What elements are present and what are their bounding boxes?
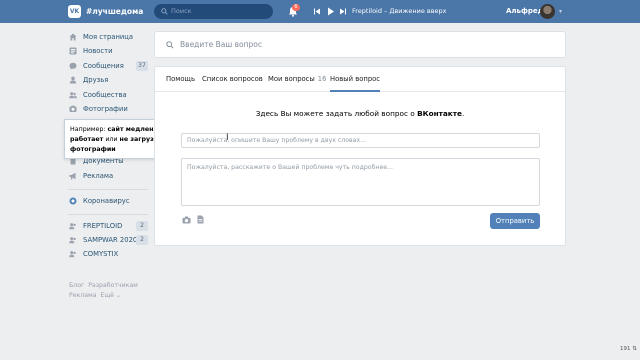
sidebar-item-news[interactable]: Новости — [68, 44, 148, 58]
sidebar-item-label: SAMPWAR 2020 — [83, 236, 138, 244]
search-input[interactable]: Поиск — [154, 4, 273, 19]
sidebar-item-label: Новости — [83, 47, 113, 55]
footer-link-more[interactable]: Ещё ⌄ — [100, 292, 121, 299]
question-title-placeholder: Пожалуйста, опишите Вашу проблему в двух… — [187, 137, 367, 144]
search-icon — [166, 41, 174, 49]
document-icon[interactable] — [197, 215, 204, 224]
prev-track-icon[interactable] — [314, 8, 320, 15]
sidebar-item-label: Реклама — [83, 172, 114, 180]
sidebar-item-label: COMYSTIX — [83, 250, 119, 258]
coronavirus-icon — [69, 197, 77, 205]
now-playing-track[interactable]: Freptiloid – Движение вверх — [352, 6, 447, 17]
count-badge: 2 — [136, 221, 148, 231]
brand-hashtag[interactable]: #лучшедома — [86, 6, 143, 17]
next-track-icon[interactable] — [340, 8, 346, 15]
support-tabs: Помощь Список вопросов Мои вопросы 16 Нов… — [155, 67, 565, 92]
search-placeholder: Поиск — [171, 7, 192, 15]
send-button[interactable]: Отправить — [490, 213, 540, 229]
search-icon — [161, 8, 168, 15]
footer-link-blog[interactable]: Блог — [69, 282, 84, 289]
group-icon — [69, 251, 76, 258]
group-icon — [69, 223, 76, 230]
headline-brand: ВКонтакте — [417, 109, 462, 118]
sidebar-item-messages[interactable]: Сообщения 37 — [68, 59, 148, 73]
sidebar-item-comystix[interactable]: COMYSTIX — [68, 247, 148, 261]
tab-label: Мои вопросы — [268, 75, 315, 83]
sidebar-item-label: Сообщества — [83, 91, 127, 99]
sidebar-item-label: Друзья — [83, 76, 109, 84]
group-icon — [69, 237, 76, 244]
home-icon — [69, 33, 77, 41]
headline-suffix: . — [461, 109, 465, 118]
text-cursor-icon: I — [226, 133, 229, 143]
tab-questions-list[interactable]: Список вопросов — [202, 67, 263, 92]
tab-my-questions[interactable]: Мои вопросы 16 — [268, 67, 326, 92]
sidebar-item-freptiloid[interactable]: FREPTILOID 2 — [68, 219, 148, 233]
question-body-textarea[interactable]: Пожалуйста, расскажите о Вашей проблеме … — [181, 158, 540, 206]
question-search-placeholder: Введите Ваш вопрос — [180, 40, 262, 49]
sidebar-item-label: Коронавирус — [83, 197, 130, 205]
question-body-placeholder: Пожалуйста, расскажите о Вашей проблеме … — [187, 164, 393, 171]
footer-link-ads[interactable]: Реклама — [69, 292, 96, 299]
question-title-input[interactable]: Пожалуйста, опишите Вашу проблему в двух… — [181, 133, 540, 148]
sidebar-item-label: Фотографии — [83, 105, 128, 113]
sidebar-item-groups[interactable]: Сообщества — [68, 88, 148, 102]
question-search-input[interactable]: Введите Ваш вопрос — [154, 31, 566, 58]
groups-icon — [69, 92, 77, 99]
count-badge: 2 — [136, 235, 148, 245]
form-headline: Здесь Вы можете задать любой вопрос о ВК… — [155, 108, 565, 120]
tab-count: 16 — [317, 75, 327, 83]
tooltip-prefix: Например: — [70, 126, 108, 133]
sidebar-item-my-page[interactable]: Моя страница — [68, 30, 148, 44]
vk-logo-icon[interactable]: VK — [68, 5, 81, 18]
megaphone-icon — [69, 172, 76, 180]
sidebar-item-sampwar[interactable]: SAMPWAR 2020 2 — [68, 233, 148, 247]
sidebar-divider — [68, 214, 148, 215]
tab-label: Помощь — [166, 75, 195, 83]
sidebar-item-coronavirus[interactable]: Коронавирус — [68, 194, 148, 208]
tab-help[interactable]: Помощь — [166, 67, 195, 92]
headline-text: Здесь Вы можете задать любой вопрос о — [255, 109, 418, 118]
sidebar-footer-links: Блог Разработчикам Реклама Ещё ⌄ — [69, 281, 149, 301]
corner-counter: 191 ⇅ — [620, 346, 637, 352]
sidebar-item-label: Сообщения — [83, 62, 124, 70]
chevron-down-icon[interactable]: ▾ — [559, 7, 562, 16]
play-icon[interactable] — [328, 7, 334, 16]
support-card: Помощь Список вопросов Мои вопросы 16 Нов… — [154, 66, 566, 246]
sidebar-item-ads[interactable]: Реклама — [68, 169, 148, 183]
footer-link-developers[interactable]: Разработчикам — [88, 282, 138, 289]
tooltip-mid: или — [103, 136, 120, 143]
news-icon — [69, 47, 77, 55]
unread-count-badge: 37 — [136, 61, 148, 71]
sidebar-item-label: FREPTILOID — [83, 222, 123, 230]
top-bar: VK #лучшедома Поиск 6 Freptiloid – Движе… — [0, 0, 640, 23]
photos-icon — [69, 105, 77, 112]
sidebar-item-label: Моя страница — [83, 33, 134, 41]
tab-label: Новый вопрос — [330, 75, 381, 83]
notification-count-badge: 6 — [292, 4, 300, 11]
friends-icon — [69, 76, 77, 84]
sidebar-item-photos[interactable]: Фотографии — [68, 102, 148, 116]
sidebar-divider — [68, 189, 148, 190]
camera-icon[interactable] — [182, 216, 191, 224]
user-name[interactable]: Альфред — [506, 6, 543, 17]
messages-icon — [69, 62, 77, 70]
audio-player-controls — [314, 7, 346, 16]
avatar[interactable] — [540, 4, 555, 19]
sidebar-item-friends[interactable]: Друзья — [68, 73, 148, 87]
tab-new-question[interactable]: Новый вопрос — [330, 67, 381, 92]
tab-label: Список вопросов — [202, 75, 263, 83]
